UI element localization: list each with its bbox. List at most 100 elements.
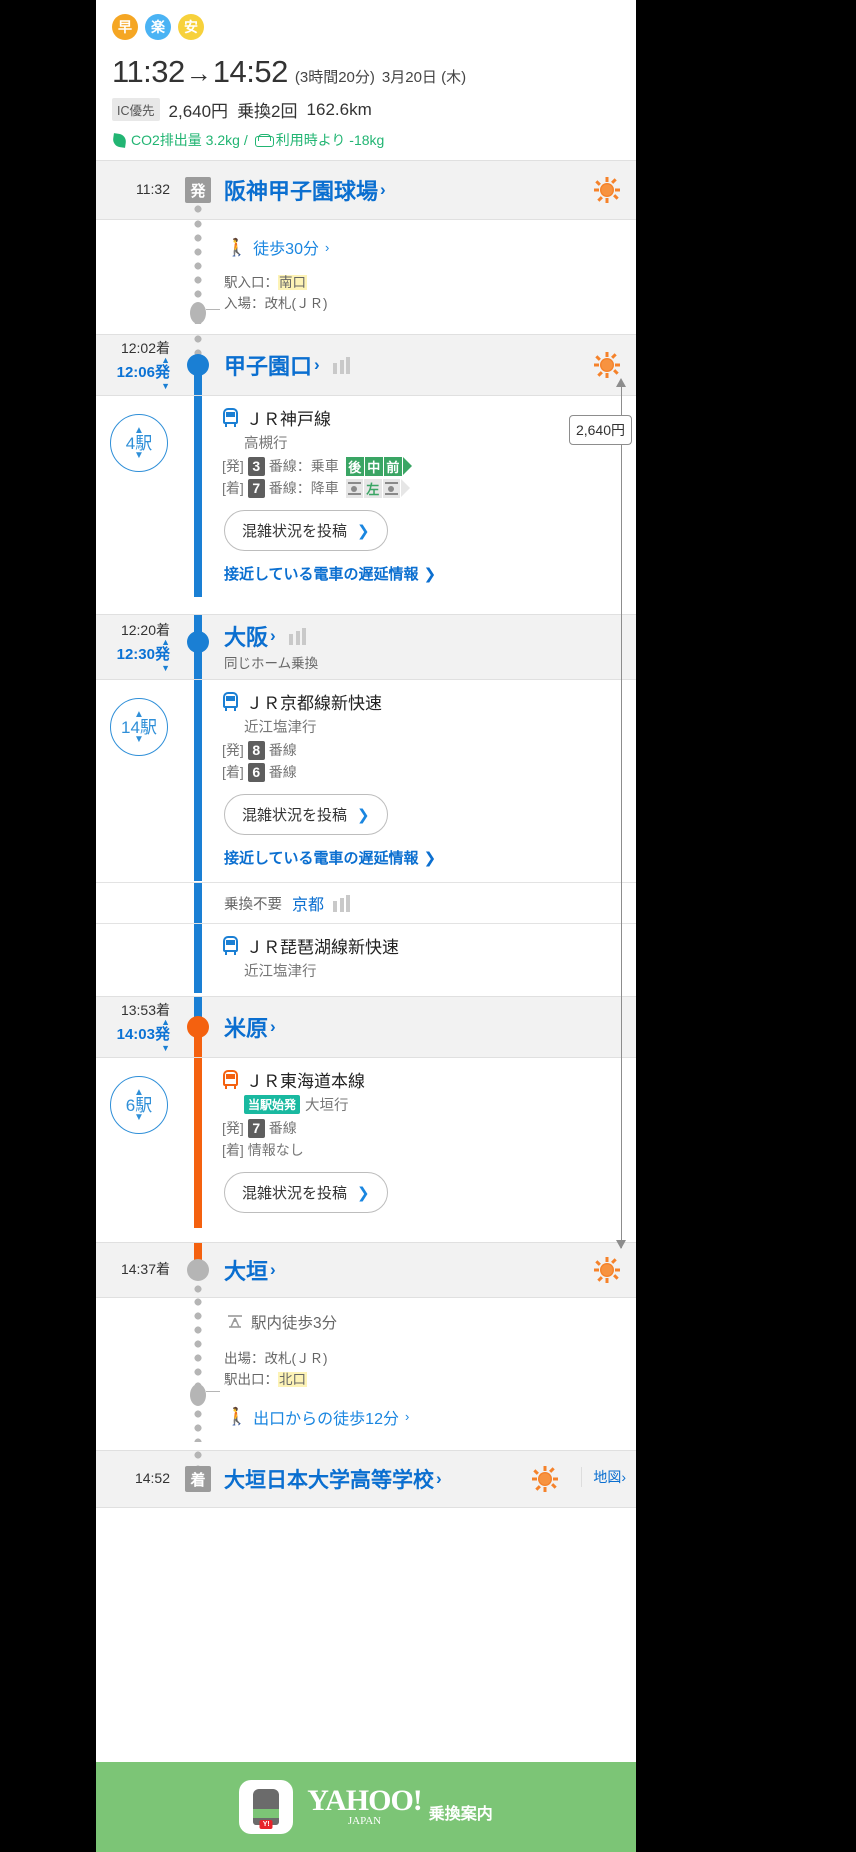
report-congestion-button-2[interactable]: 混雑状況を投稿 ❯	[224, 794, 388, 835]
delay-info-link-2[interactable]: 接近している電車の遅延情報 ❯	[224, 847, 628, 868]
train-2b-line-name: ＪＲ琵琶湖線新快速	[246, 938, 399, 957]
map-link[interactable]: 地図›	[581, 1467, 626, 1487]
arrow-icon: →	[185, 58, 212, 88]
station-count-2-label: 14駅	[121, 717, 157, 737]
timeline-walk-2	[178, 1298, 220, 1442]
badge-easiest: 楽	[145, 14, 171, 40]
route-summary-header: 早 楽 安 11:32 → 14:52 (3時間20分) 3月20日 (木) I…	[96, 0, 636, 160]
total-distance: 162.6km	[306, 99, 372, 119]
chevron-right-icon: ›	[436, 1469, 442, 1488]
train-2b-body: ＪＲ琵琶湖線新快速 近江塩津行	[218, 924, 636, 993]
station-count-1[interactable]: ▲ 4駅 ▼	[110, 414, 168, 472]
transfer-count: 乗換2回	[237, 102, 298, 121]
yahoo-branding: YAHOO! JAPAN 乗換案内	[307, 1786, 493, 1828]
train-2b-destination: 近江塩津行	[244, 964, 317, 980]
crowd-bars-icon	[333, 894, 351, 912]
through-body: 乗換不要 京都	[218, 891, 636, 915]
chevron-right-icon: ›	[621, 1469, 626, 1485]
destination-body: 大垣日本大学高等学校 ›	[218, 1455, 636, 1503]
leaf-icon	[112, 133, 127, 148]
station-count-3[interactable]: ▲ 6駅 ▼	[110, 1076, 168, 1134]
bracket-arrow-down-icon	[616, 1240, 626, 1249]
station-count-1-label: 4駅	[125, 433, 153, 453]
train-1-arrival-platform: [着] 7 番線：降車 左	[222, 478, 628, 498]
station3-link[interactable]: 大阪 ›	[224, 620, 276, 652]
station-row-osaka[interactable]: 12:20着 ▲ 12:30発 ▼ 大阪 › 同じホーム乗換	[96, 614, 636, 680]
train-3-departure-platform: [発] 7 番線	[222, 1118, 628, 1138]
yahoo-small-logo: Y!	[259, 1820, 273, 1829]
timeline-train-1	[178, 396, 218, 597]
walk-link-1[interactable]: 🚶 徒歩30分 ›	[226, 235, 628, 259]
sun-icon[interactable]	[594, 177, 620, 203]
timeline-node-blue	[187, 631, 209, 653]
train-3-line-name: ＪＲ東海道本線	[246, 1072, 365, 1091]
fare-summary: IC優先 2,640円 乗換2回 162.6km	[112, 97, 620, 122]
station3-arrive: 12:20着	[120, 621, 170, 638]
chevron-right-icon: ❯	[357, 806, 370, 824]
chevron-right-icon: ›	[380, 180, 386, 199]
train-1-line[interactable]: ＪＲ神戸線	[222, 405, 628, 430]
chevron-right-icon: ›	[270, 625, 276, 645]
station-row-koshienguchi[interactable]: 12:02着 ▲ 12:06発 ▼ 甲子園口 ›	[96, 334, 636, 396]
origin-station-link[interactable]: 阪神甲子園球場 ›	[224, 174, 386, 206]
in-station-walk-label: 駅内徒歩3分	[251, 1315, 338, 1332]
station2-times: 12:02着 ▲ 12:06発 ▼	[96, 339, 178, 391]
yahoo-japan-label: JAPAN	[347, 1815, 382, 1828]
arrival-tag: 着	[185, 1466, 211, 1492]
station2-body: 甲子園口 ›	[218, 340, 636, 390]
train-icon	[222, 408, 239, 427]
dep-suffix: 番線	[268, 1120, 297, 1136]
arr-suffix: 番線	[268, 764, 297, 780]
arr-prefix: [着]	[222, 1142, 244, 1158]
boarding-pos-rear: 後	[345, 456, 364, 476]
station5-link[interactable]: 大垣 ›	[224, 1254, 276, 1286]
co2-comparison: 利用時より -18kg	[275, 132, 385, 148]
timeline-through	[178, 883, 218, 923]
exit-value: 北口	[278, 1371, 307, 1387]
chevron-right-icon: ❯	[423, 849, 437, 867]
origin-station-row[interactable]: 11:32 発 阪神甲子園球場 ›	[96, 160, 636, 220]
station4-link[interactable]: 米原 ›	[224, 1011, 276, 1043]
report-congestion-label: 混雑状況を投稿	[242, 523, 348, 540]
station3-note: 同じホーム乗換	[224, 655, 319, 671]
train-2-arrival-platform: [着] 6 番線	[222, 762, 628, 782]
station-count-2[interactable]: ▲ 14駅 ▼	[110, 698, 168, 756]
sun-icon[interactable]	[594, 352, 620, 378]
depart-time: 11:32	[112, 54, 185, 89]
report-congestion-button-1[interactable]: 混雑状況を投稿 ❯	[224, 510, 388, 551]
destination-time: 14:52	[134, 1470, 170, 1487]
station-row-ogaki[interactable]: 14:37着 大垣 ›	[96, 1242, 636, 1298]
dep-platform-number: 8	[247, 740, 265, 760]
train-2b-line[interactable]: ＪＲ琵琶湖線新快速	[222, 933, 628, 958]
app-footer-banner[interactable]: Y! YAHOO! JAPAN 乗換案内	[96, 1762, 636, 1852]
station2-arrive: 12:02着	[120, 339, 170, 356]
caret-down-icon: ▼	[134, 1111, 144, 1123]
timeline-station4	[178, 997, 218, 1057]
sun-icon[interactable]	[594, 1257, 620, 1283]
origin-station-name: 阪神甲子園球場	[224, 179, 379, 204]
train-2-line[interactable]: ＪＲ京都線新快速	[222, 689, 628, 714]
timeline-train-2	[178, 680, 218, 881]
walk-link-2[interactable]: 🚶 出口からの徒歩12分 ›	[226, 1405, 628, 1429]
fare-range-bracket	[621, 386, 622, 1248]
destination-link[interactable]: 大垣日本大学高等学校 ›	[224, 1464, 442, 1494]
train-icon	[222, 692, 239, 711]
gate-in-info: 入場：改札(ＪＲ)	[224, 295, 328, 311]
caret-down-icon: ▼	[134, 733, 144, 745]
bracket-arrow-up-icon	[616, 378, 626, 387]
station2-link[interactable]: 甲子園口 ›	[224, 349, 320, 381]
chevron-right-icon: ›	[314, 355, 320, 374]
walk-2-label: 出口からの徒歩12分	[253, 1410, 399, 1428]
timeline-station3	[178, 615, 218, 679]
car-icon	[254, 133, 274, 147]
destination-row[interactable]: 14:52 着 大垣日本大学高等学校 › 地図›	[96, 1450, 636, 1508]
walk-1-body: 🚶 徒歩30分 › 駅入口：南口 入場：改札(ＪＲ)	[218, 220, 636, 324]
sun-icon[interactable]	[532, 1466, 558, 1492]
train-3-line[interactable]: ＪＲ東海道本線	[222, 1067, 628, 1092]
station3-body: 大阪 › 同じホーム乗換	[218, 611, 636, 684]
station-count-3-label: 6駅	[125, 1095, 153, 1115]
station-row-maibara[interactable]: 13:53着 ▲ 14:03発 ▼ 米原 ›	[96, 996, 636, 1058]
delay-info-link-1[interactable]: 接近している電車の遅延情報 ❯	[224, 563, 628, 584]
crowd-bars-icon	[333, 357, 351, 374]
report-congestion-button-3[interactable]: 混雑状況を投稿 ❯	[224, 1172, 388, 1213]
